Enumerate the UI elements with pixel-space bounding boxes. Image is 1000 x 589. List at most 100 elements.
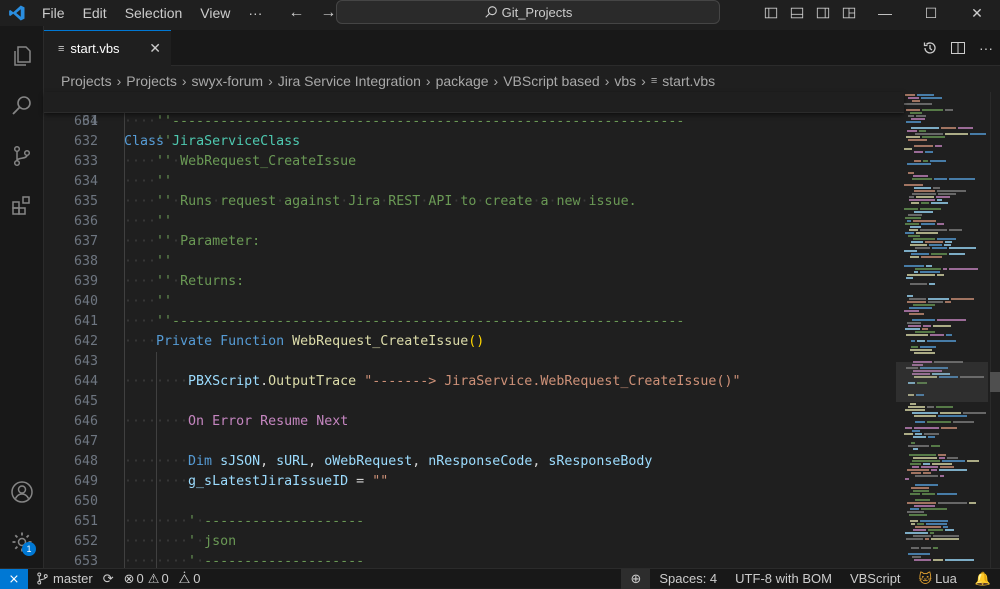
tab-start-vbs[interactable]: ≡ start.vbs ✕ [44, 30, 171, 66]
code-line[interactable]: 634 ····'' [44, 172, 904, 192]
close-window-icon[interactable]: ✕ [954, 0, 1000, 26]
toggle-secondary-sidebar-icon[interactable] [810, 0, 836, 26]
breadcrumb-item[interactable]: start.vbs [662, 73, 715, 89]
code-line[interactable]: 633 ····''·WebRequest_CreateIssue [44, 152, 904, 172]
code-line[interactable]: 640 ····'' [44, 292, 904, 312]
code-editor[interactable]: 64 Class JiraServiceClass 631 ····''-----… [44, 92, 990, 572]
more-actions-icon[interactable]: ··· [972, 40, 1000, 56]
minimap-line [905, 94, 915, 96]
code-line[interactable]: 641 ····''-------------------------------… [44, 312, 904, 332]
toggle-panel-icon[interactable] [784, 0, 810, 26]
line-number: 64 [81, 114, 98, 129]
code-line[interactable]: 636 ····'' [44, 212, 904, 232]
menu-selection[interactable]: Selection [125, 5, 183, 21]
code-line[interactable]: 642 ····Private Function WebRequest_Creat… [44, 332, 904, 352]
minimap-line [939, 469, 967, 471]
account-icon[interactable] [0, 472, 44, 512]
minimap-line [910, 493, 920, 495]
vertical-scrollbar[interactable] [990, 92, 1000, 568]
minimap-line [922, 328, 928, 330]
minimap-line [912, 556, 921, 558]
code-line[interactable]: 648 ········Dim sJSON, sURL, oWebRequest,… [44, 452, 904, 472]
search-activity-icon[interactable] [0, 86, 44, 126]
scrollbar-thumb[interactable] [990, 372, 1000, 392]
minimap-line [937, 238, 956, 240]
minimap-line [910, 112, 922, 114]
minimap-line [913, 529, 926, 531]
code-line[interactable]: 652 ········'·json [44, 532, 904, 552]
breadcrumb-item[interactable]: vbs [614, 73, 636, 89]
code-line[interactable]: 647 [44, 432, 904, 452]
sync-indicator[interactable]: ⟳ [103, 571, 114, 587]
close-tab-icon[interactable]: ✕ [149, 40, 161, 57]
indentation-indicator[interactable]: Spaces: 4 [650, 569, 726, 589]
minimap-line [970, 133, 986, 135]
customize-layout-icon[interactable] [836, 0, 862, 26]
lua-indicator[interactable]: 🐱 Lua [910, 569, 966, 589]
encoding-indicator[interactable]: UTF-8 with BOM [726, 569, 841, 589]
code-line[interactable]: 635 ····''·Runs·request·against·Jira·REST… [44, 192, 904, 212]
back-arrow-icon[interactable]: ← [288, 4, 304, 22]
minimap-line [905, 232, 914, 234]
extensions-icon[interactable] [0, 186, 44, 226]
code-line[interactable]: 639 ····''·Returns: [44, 272, 904, 292]
explorer-icon[interactable] [0, 36, 44, 76]
sticky-scroll-line[interactable]: 64 Class JiraServiceClass [44, 92, 904, 149]
vscode-logo-icon[interactable] [6, 2, 28, 24]
minimap-line [912, 412, 938, 414]
breadcrumb-item[interactable]: Jira Service Integration [278, 73, 421, 89]
ports-indicator[interactable]: ⧊ 0 [179, 571, 201, 587]
command-center-search[interactable]: Git_Projects [336, 0, 720, 24]
code-line[interactable]: 631 ····''-------------------------------… [44, 112, 904, 132]
code-line[interactable]: 643 [44, 352, 904, 372]
branch-indicator[interactable]: master [36, 571, 93, 586]
code-line[interactable]: 645 [44, 392, 904, 412]
code-line[interactable]: 649 ········g_sLatestJiraIssueID = "" [44, 472, 904, 492]
minimap-line [906, 277, 913, 279]
toggle-primary-sidebar-icon[interactable] [758, 0, 784, 26]
source-control-icon[interactable] [0, 136, 44, 176]
menu-view[interactable]: View [200, 5, 230, 21]
minimize-icon[interactable]: — [862, 0, 908, 26]
split-editor-icon[interactable] [944, 40, 972, 56]
code-line[interactable]: 637 ····''·Parameter: [44, 232, 904, 252]
minimap-line [914, 427, 939, 429]
problems-indicator[interactable]: ⊗ 0 ⚠ 0 [124, 571, 169, 587]
code-line[interactable]: 646 ········On Error Resume Next [44, 412, 904, 432]
minimap-line [922, 136, 945, 138]
minimap-line [907, 469, 929, 471]
code-line[interactable]: 644 ········PBXScript.OutputTrace "------… [44, 372, 904, 392]
zoom-indicator[interactable]: ⊕ [621, 568, 651, 589]
minimap-line [920, 229, 947, 231]
minimap-line [949, 178, 975, 180]
code-line[interactable]: 650 [44, 492, 904, 512]
breadcrumb-item[interactable]: Projects [126, 73, 177, 89]
manage-gear-icon[interactable]: 1 [0, 522, 44, 562]
chevron-right-icon: › [116, 73, 122, 89]
breadcrumb: Projects › Projects › swyx-forum › Jira Ser… [61, 70, 715, 92]
remote-indicator-icon[interactable]: ⨯ [0, 568, 28, 589]
menu-file[interactable]: File [42, 5, 65, 21]
breadcrumb-item[interactable]: swyx-forum [192, 73, 264, 89]
language-mode-indicator[interactable]: VBScript [841, 569, 910, 589]
notifications-indicator[interactable]: 🔔 [966, 569, 1000, 589]
breadcrumb-item[interactable]: package [436, 73, 489, 89]
breadcrumb-item[interactable]: Projects [61, 73, 112, 89]
minimap-line [936, 196, 950, 198]
breadcrumb-item[interactable]: VBScript based [503, 73, 600, 89]
line-number: 643 [73, 354, 98, 369]
code-line[interactable]: 638 ····'' [44, 252, 904, 272]
minimap[interactable] [900, 92, 988, 568]
code-line[interactable]: 651 ········'·-------------------- [44, 512, 904, 532]
minimap-viewport[interactable] [896, 362, 988, 402]
maximize-icon[interactable]: ☐ [908, 0, 954, 26]
minimap-line [951, 298, 974, 300]
error-count: 0 [136, 571, 144, 586]
minimap-line [914, 187, 931, 189]
forward-arrow-icon[interactable]: → [320, 4, 336, 22]
minimap-line [921, 97, 942, 99]
code-text: ····''·Runs·request·against·Jira·REST·AP… [124, 194, 637, 209]
menu-more[interactable]: ··· [248, 5, 262, 21]
timeline-history-icon[interactable] [916, 40, 944, 56]
menu-edit[interactable]: Edit [83, 5, 107, 21]
